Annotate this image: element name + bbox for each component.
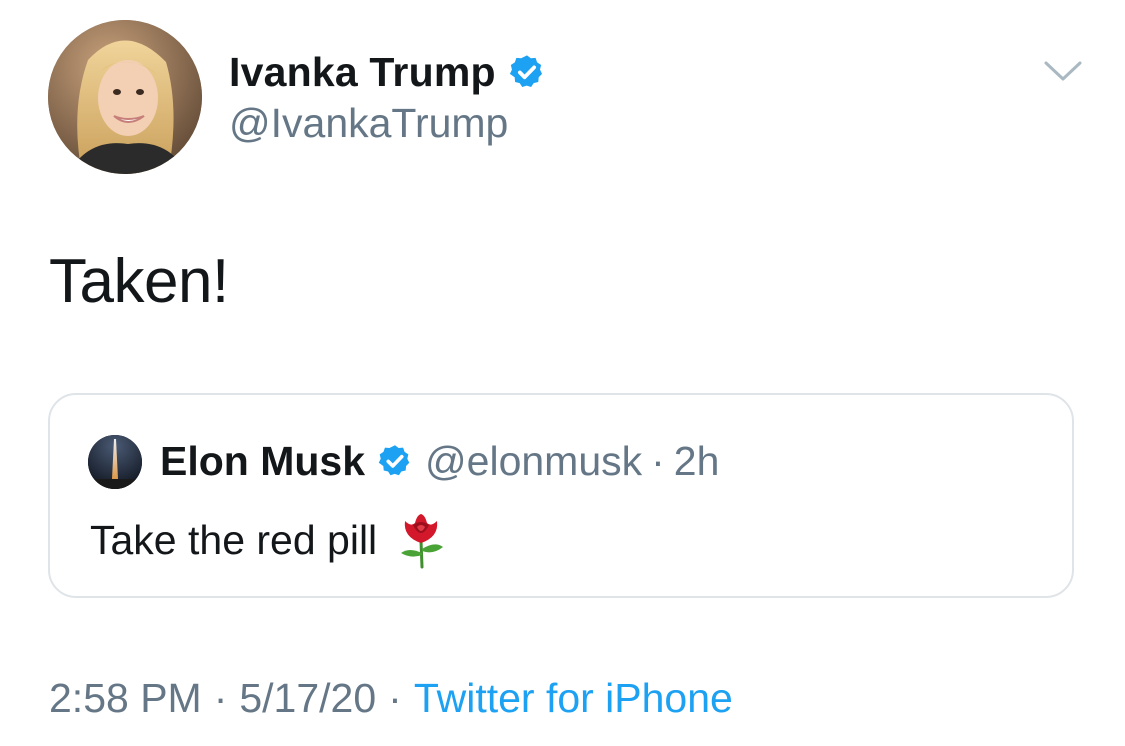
- quoted-tweet-card[interactable]: Elon Musk @elonmusk · 2h Take the red pi…: [48, 393, 1074, 598]
- quoted-tweet-time: 2h: [673, 437, 720, 484]
- author-avatar[interactable]: [48, 20, 202, 174]
- tweet-date[interactable]: 5/17/20: [239, 675, 376, 722]
- verified-badge-icon: [377, 443, 413, 479]
- verified-badge-icon: [508, 53, 546, 91]
- tweet-text: Taken!: [49, 247, 229, 316]
- tweet-meta: 2:58 PM · 5/17/20 · Twitter for iPhone: [49, 668, 733, 728]
- quoted-author-handle: @elonmusk: [425, 437, 643, 484]
- quoted-author-avatar: [88, 435, 142, 489]
- quoted-tweet-text: Take the red pill: [90, 516, 378, 563]
- separator-dot: ·: [651, 437, 665, 484]
- rose-emoji-icon: [395, 511, 447, 569]
- author-name[interactable]: Ivanka Trump: [229, 49, 496, 96]
- author-handle[interactable]: @IvankaTrump: [229, 100, 508, 147]
- quoted-tweet-body: Take the red pill: [90, 507, 447, 573]
- tweet-time[interactable]: 2:58 PM: [49, 675, 202, 722]
- separator-dot: ·: [388, 674, 402, 721]
- tweet-source-link[interactable]: Twitter for iPhone: [414, 675, 733, 722]
- chevron-down-icon[interactable]: [1041, 55, 1085, 85]
- quoted-tweet-header: Elon Musk @elonmusk · 2h: [160, 431, 719, 491]
- separator-dot: ·: [213, 674, 228, 721]
- author-name-row: Ivanka Trump: [229, 42, 546, 102]
- tweet-detail: Ivanka Trump @IvankaTrump Taken! Elon Mu…: [0, 0, 1125, 746]
- author-avatar-image: [48, 20, 202, 174]
- quoted-author-name: Elon Musk: [160, 437, 366, 484]
